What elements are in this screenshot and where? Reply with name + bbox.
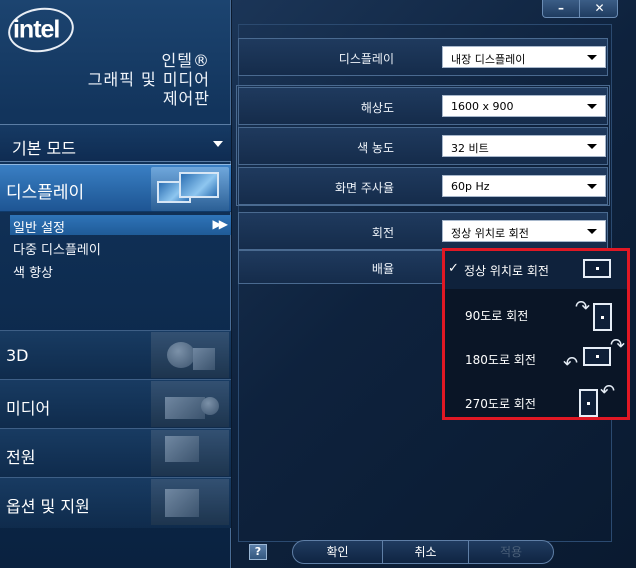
setting-scaling-label: 배율 [371, 262, 394, 276]
category-options-support-label: 옵션 및 지원 [6, 497, 90, 516]
setting-color-depth-row: 색 농도 32 비트 [238, 127, 608, 165]
category-media[interactable]: 미디어 [0, 379, 231, 428]
checkered-flag-icon [151, 430, 229, 476]
setting-rotation-label: 회전 [371, 226, 394, 240]
setting-resolution-row: 해상도 1600 x 900 [238, 87, 608, 125]
category-display[interactable]: 디스플레이 [0, 164, 231, 212]
apply-button[interactable]: 적용 [469, 541, 553, 563]
setting-rotation-row: 회전 정상 위치로 회전 [238, 212, 608, 250]
rotation-option-label: 270도로 회전 [465, 397, 536, 411]
rotation-option-label: 180도로 회전 [465, 353, 536, 367]
subitem-label: 일반 설정 [13, 221, 65, 236]
ok-button[interactable]: 확인 [293, 541, 383, 563]
fast-forward-icon: ▶▶ [212, 217, 229, 231]
cancel-button[interactable]: 취소 [383, 541, 469, 563]
setting-refresh-rate-row: 화면 주사율 60p Hz [238, 167, 608, 205]
rotate-arrow-icon: ↶ [563, 353, 579, 374]
mode-label: 기본 모드 [12, 139, 76, 158]
chevron-down-icon [587, 144, 597, 149]
category-power[interactable]: 전원 [0, 428, 231, 477]
app-title: 인텔® 그래픽 및 미디어 제어판 [88, 51, 210, 108]
category-power-label: 전원 [6, 448, 36, 467]
chevron-down-icon [587, 184, 597, 189]
setting-color-depth-label: 색 농도 [357, 141, 394, 155]
setting-display-label: 디스플레이 [338, 52, 394, 66]
3d-shapes-icon [151, 332, 229, 378]
setting-resolution-label: 해상도 [360, 101, 394, 115]
category-display-label: 디스플레이 [6, 183, 85, 203]
rotation-option-90[interactable]: 90도로 회전 ↷ [445, 291, 627, 335]
close-button[interactable]: ✕ [581, 0, 618, 17]
color-depth-dropdown[interactable]: 32 비트 [442, 135, 606, 157]
rotate-arrow-icon: ↶ [600, 381, 616, 402]
resolution-dropdown[interactable]: 1600 x 900 [442, 95, 606, 117]
monitors-icon [151, 167, 229, 211]
rotate-arrow-icon: ↷ [610, 335, 626, 356]
category-media-label: 미디어 [6, 399, 51, 418]
help-tools-icon [151, 479, 229, 525]
app-title-line2: 그래픽 및 미디어 [87, 70, 210, 89]
window-controls: – ✕ [542, 0, 618, 18]
category-3d[interactable]: 3D [0, 330, 231, 379]
rotation-option-label: 90도로 회전 [465, 309, 529, 323]
app-title-line1: 인텔® [161, 51, 210, 70]
chevron-down-icon [213, 141, 223, 147]
checkmark-icon: ✓ [448, 261, 459, 276]
rotation-option-270[interactable]: 270도로 회전 ↶ [445, 379, 627, 423]
portrait-screen-icon [593, 303, 612, 331]
display-dropdown[interactable]: 내장 디스플레이 [442, 46, 606, 68]
help-button[interactable]: ? [249, 544, 267, 560]
intel-logo: intel [5, 3, 77, 57]
app-title-line3: 제어판 [162, 89, 210, 108]
refresh-rate-dropdown[interactable]: 60p Hz [442, 175, 606, 197]
category-3d-label: 3D [6, 346, 29, 365]
landscape-screen-icon [583, 259, 611, 278]
rotation-option-normal[interactable]: ✓ 정상 위치로 회전 [445, 251, 627, 289]
chevron-down-icon [587, 55, 597, 60]
subitem-color-enhancement[interactable]: 색 향상 [13, 262, 53, 281]
setting-display-row: 디스플레이 내장 디스플레이 [238, 38, 608, 76]
mode-selector[interactable]: 기본 모드 [0, 124, 231, 162]
chevron-down-icon [587, 104, 597, 109]
category-options-support[interactable]: 옵션 및 지원 [0, 477, 231, 528]
rotation-dropdown[interactable]: 정상 위치로 회전 [442, 220, 606, 242]
chevron-down-icon [587, 229, 597, 234]
portrait-screen-icon [579, 389, 598, 417]
subitem-multiple-displays[interactable]: 다중 디스플레이 [13, 239, 101, 258]
landscape-screen-icon [583, 347, 611, 366]
rotation-option-180[interactable]: 180도로 회전 ↶ ↷ [445, 335, 627, 379]
video-camera-icon [151, 381, 229, 427]
rotation-option-label: 정상 위치로 회전 [464, 264, 549, 278]
setting-refresh-rate-label: 화면 주사율 [334, 181, 394, 195]
left-navigation-panel: intel 인텔® 그래픽 및 미디어 제어판 기본 모드 디스플레이 일반 설… [0, 0, 231, 568]
rotate-arrow-icon: ↷ [575, 297, 591, 318]
rotation-options-menu: ✓ 정상 위치로 회전 90도로 회전 ↷ 180도로 회전 ↶ ↷ 270도로… [442, 248, 630, 420]
minimize-button[interactable]: – [543, 0, 580, 17]
subitem-general-settings[interactable]: 일반 설정 ▶▶ [10, 215, 231, 236]
dialog-button-bar: 확인 취소 적용 [292, 540, 554, 564]
